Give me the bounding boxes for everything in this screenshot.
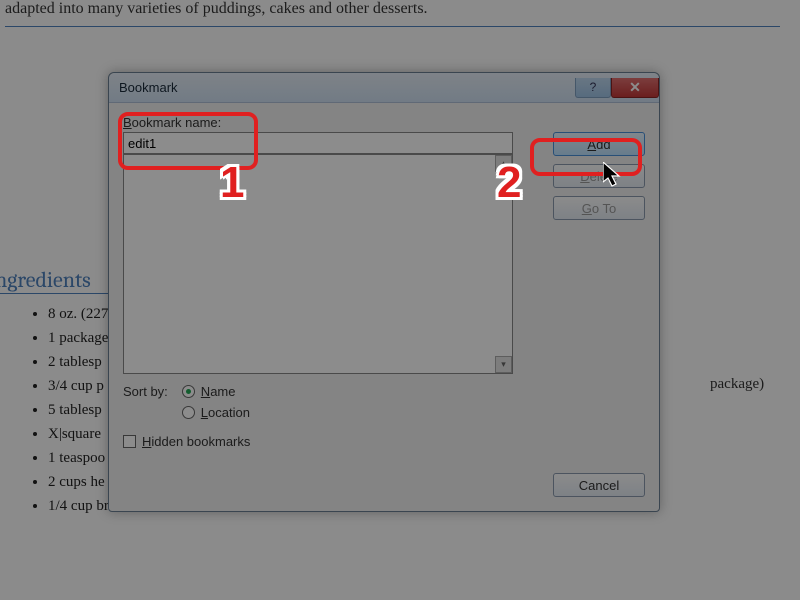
delete-button[interactable]: Delete [553, 164, 645, 188]
radio-label-name: Name [201, 384, 236, 399]
sort-by-location-radio[interactable]: Location [182, 405, 250, 420]
checkbox-icon [123, 435, 136, 448]
help-button[interactable]: ? [575, 78, 611, 98]
bookmark-name-input[interactable] [123, 132, 513, 154]
scroll-up-icon[interactable]: ▴ [495, 155, 512, 172]
dialog-titlebar: Bookmark ? ✕ [109, 73, 659, 103]
right-fragment: package) [710, 376, 764, 393]
close-button[interactable]: ✕ [611, 78, 659, 98]
close-icon: ✕ [629, 79, 641, 96]
cancel-button[interactable]: Cancel [553, 473, 645, 497]
bookmark-dialog: Bookmark ? ✕ Bookmark name: ▴ ▾ Add Dele… [108, 72, 660, 512]
radio-icon [182, 385, 195, 398]
radio-label-location: Location [201, 405, 250, 420]
goto-button[interactable]: Go To [553, 196, 645, 220]
add-button[interactable]: Add [553, 132, 645, 156]
radio-icon [182, 406, 195, 419]
bookmark-listbox[interactable]: ▴ ▾ [123, 154, 513, 374]
dialog-title: Bookmark [109, 80, 178, 95]
sort-by-name-radio[interactable]: Name [182, 384, 250, 399]
hidden-bookmarks-label: Hidden bookmarks [142, 434, 250, 449]
sort-by-label: Sort by: [123, 384, 168, 399]
hidden-bookmarks-checkbox[interactable]: Hidden bookmarks [123, 434, 645, 449]
bookmark-name-label: Bookmark name: [123, 115, 645, 130]
scroll-down-icon[interactable]: ▾ [495, 356, 512, 373]
doc-paragraph: adapted into many varieties of puddings,… [5, 0, 780, 27]
